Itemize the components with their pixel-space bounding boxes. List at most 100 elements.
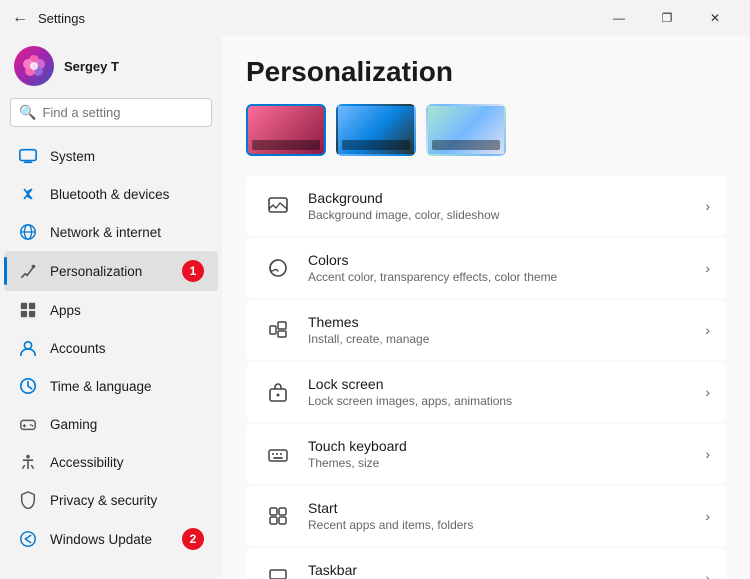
settings-item-themes[interactable]: Themes Install, create, manage › [246, 300, 726, 360]
theme-preview-3[interactable] [426, 104, 506, 156]
start-title: Start [308, 500, 691, 516]
theme-preview-2[interactable] [336, 104, 416, 156]
apps-icon [18, 300, 38, 320]
update-icon [18, 529, 38, 549]
themes-title: Themes [308, 314, 691, 330]
background-text: Background Background image, color, slid… [308, 190, 691, 222]
sidebar-label-bluetooth: Bluetooth & devices [50, 187, 169, 202]
title-bar-controls: — ❐ ✕ [596, 2, 738, 34]
sidebar-label-apps: Apps [50, 303, 81, 318]
sidebar-label-accessibility: Accessibility [50, 455, 124, 470]
start-icon [262, 500, 294, 532]
start-desc: Recent apps and items, folders [308, 518, 691, 532]
taskbar-title: Taskbar [308, 562, 691, 578]
touch-keyboard-icon [262, 438, 294, 470]
sidebar-item-system[interactable]: System [4, 137, 218, 175]
bluetooth-icon [18, 184, 38, 204]
minimize-button[interactable]: — [596, 2, 642, 34]
user-section[interactable]: Sergey T [0, 36, 222, 98]
sidebar-item-personalization[interactable]: Personalization 1 [4, 251, 218, 291]
sidebar-label-network: Network & internet [50, 225, 161, 240]
lock-screen-title: Lock screen [308, 376, 691, 392]
sidebar: Sergey T 🔍 System Bluetooth & devices [0, 36, 222, 579]
privacy-icon [18, 490, 38, 510]
user-name: Sergey T [64, 59, 119, 74]
settings-item-colors[interactable]: Colors Accent color, transparency effect… [246, 238, 726, 298]
settings-item-touch-keyboard[interactable]: Touch keyboard Themes, size › [246, 424, 726, 484]
sidebar-label-privacy: Privacy & security [50, 493, 157, 508]
settings-item-lock-screen[interactable]: Lock screen Lock screen images, apps, an… [246, 362, 726, 422]
page-title: Personalization [246, 56, 726, 88]
sidebar-item-apps[interactable]: Apps [4, 291, 218, 329]
theme-previews [246, 104, 726, 156]
settings-window: ← Settings — ❐ ✕ [0, 0, 750, 579]
sidebar-label-accounts: Accounts [50, 341, 106, 356]
background-chevron: › [705, 198, 710, 214]
sidebar-label-personalization: Personalization [50, 264, 142, 279]
close-button[interactable]: ✕ [692, 2, 738, 34]
colors-desc: Accent color, transparency effects, colo… [308, 270, 691, 284]
title-bar: ← Settings — ❐ ✕ [0, 0, 750, 36]
gaming-icon [18, 414, 38, 434]
lock-screen-desc: Lock screen images, apps, animations [308, 394, 691, 408]
taskbar-text: Taskbar Taskbar behaviors, system pins [308, 562, 691, 579]
personalization-icon [18, 261, 38, 281]
avatar [14, 46, 54, 86]
start-chevron: › [705, 508, 710, 524]
background-icon [262, 190, 294, 222]
taskbar-icon [262, 562, 294, 579]
settings-item-taskbar[interactable]: Taskbar Taskbar behaviors, system pins › [246, 548, 726, 579]
sidebar-item-bluetooth[interactable]: Bluetooth & devices [4, 175, 218, 213]
sidebar-item-accounts[interactable]: Accounts [4, 329, 218, 367]
themes-desc: Install, create, manage [308, 332, 691, 346]
sidebar-item-update[interactable]: Windows Update 2 [4, 519, 218, 559]
sidebar-item-gaming[interactable]: Gaming [4, 405, 218, 443]
sidebar-item-privacy[interactable]: Privacy & security [4, 481, 218, 519]
sidebar-label-update: Windows Update [50, 532, 152, 547]
title-bar-left: ← Settings [12, 9, 85, 27]
touch-keyboard-chevron: › [705, 446, 710, 462]
lock-screen-text: Lock screen Lock screen images, apps, an… [308, 376, 691, 408]
search-input[interactable] [42, 105, 218, 120]
colors-title: Colors [308, 252, 691, 268]
badge-1: 1 [182, 260, 204, 282]
settings-item-background[interactable]: Background Background image, color, slid… [246, 176, 726, 236]
sidebar-label-time: Time & language [50, 379, 152, 394]
sidebar-item-network[interactable]: Network & internet [4, 213, 218, 251]
settings-list: Background Background image, color, slid… [246, 176, 726, 579]
sidebar-label-system: System [50, 149, 95, 164]
sidebar-item-time[interactable]: Time & language [4, 367, 218, 405]
sidebar-label-gaming: Gaming [50, 417, 97, 432]
taskbar-chevron: › [705, 570, 710, 579]
window-title: Settings [38, 11, 85, 26]
system-icon [18, 146, 38, 166]
search-icon: 🔍 [19, 104, 36, 121]
lock-screen-icon [262, 376, 294, 408]
themes-icon [262, 314, 294, 346]
themes-chevron: › [705, 322, 710, 338]
maximize-button[interactable]: ❐ [644, 2, 690, 34]
colors-text: Colors Accent color, transparency effect… [308, 252, 691, 284]
colors-chevron: › [705, 260, 710, 276]
colors-icon [262, 252, 294, 284]
avatar-image [18, 50, 50, 82]
back-icon[interactable]: ← [12, 9, 28, 27]
sidebar-item-accessibility[interactable]: Accessibility [4, 443, 218, 481]
accounts-icon [18, 338, 38, 358]
touch-keyboard-title: Touch keyboard [308, 438, 691, 454]
time-icon [18, 376, 38, 396]
main-wrapper: Personalization [222, 36, 750, 579]
theme-preview-1[interactable] [246, 104, 326, 156]
settings-item-start[interactable]: Start Recent apps and items, folders › [246, 486, 726, 546]
touch-keyboard-text: Touch keyboard Themes, size [308, 438, 691, 470]
badge-2: 2 [182, 528, 204, 550]
touch-keyboard-desc: Themes, size [308, 456, 691, 470]
background-title: Background [308, 190, 691, 206]
themes-text: Themes Install, create, manage [308, 314, 691, 346]
start-text: Start Recent apps and items, folders [308, 500, 691, 532]
network-icon [18, 222, 38, 242]
content-area: Sergey T 🔍 System Bluetooth & devices [0, 36, 750, 579]
accessibility-icon [18, 452, 38, 472]
search-box[interactable]: 🔍 [10, 98, 212, 127]
background-desc: Background image, color, slideshow [308, 208, 691, 222]
